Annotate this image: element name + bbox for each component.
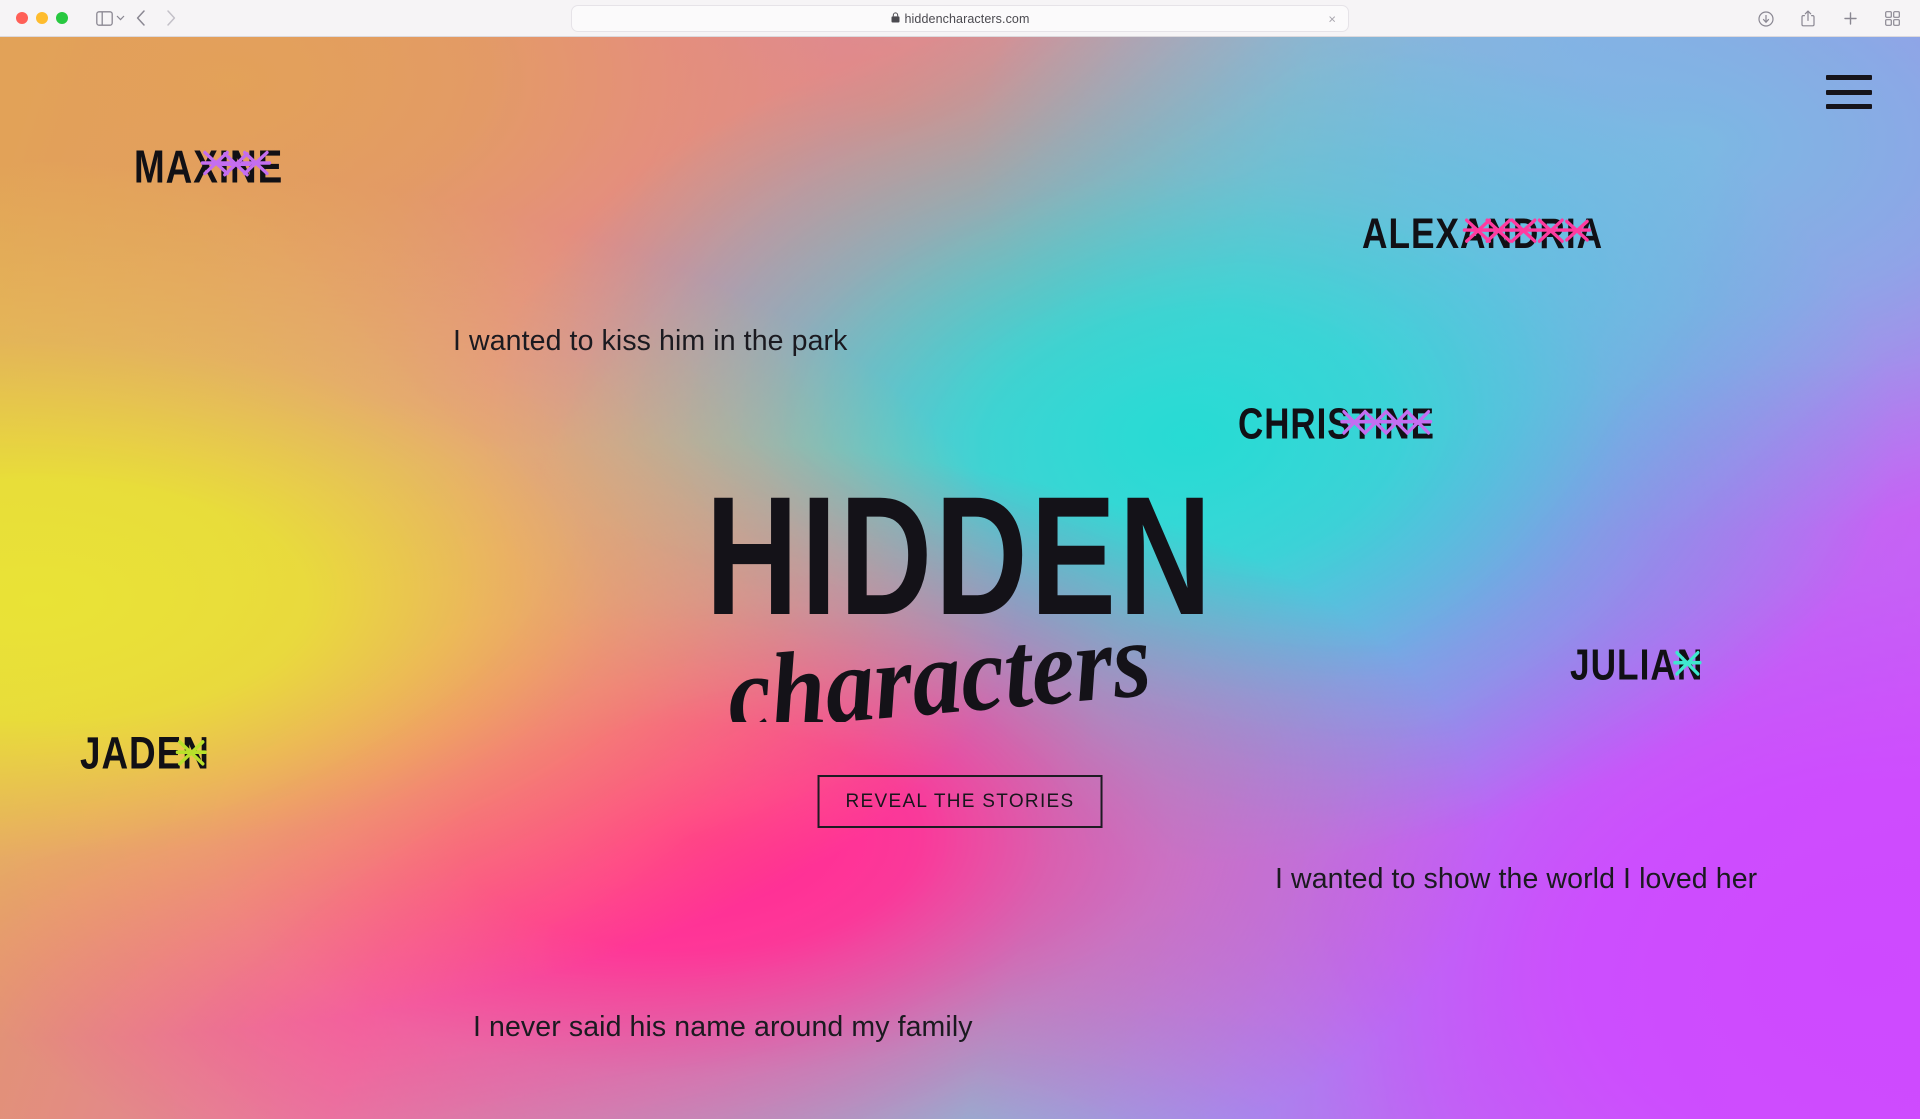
back-button[interactable] (127, 6, 155, 30)
lock-icon (891, 11, 900, 26)
name-text: CHRISTINE (1238, 399, 1435, 449)
name-text: ALEXANDRIA (1362, 209, 1604, 258)
clear-url-button[interactable]: × (1328, 12, 1336, 25)
story-quote-world[interactable]: I wanted to show the world I loved her (1275, 863, 1757, 896)
hamburger-bar (1826, 75, 1872, 80)
story-quote-park[interactable]: I wanted to kiss him in the park (453, 325, 847, 358)
hamburger-menu-icon[interactable] (1826, 75, 1872, 109)
hidden-name-maxine[interactable]: MAXINE (134, 142, 283, 194)
url-text: hiddencharacters.com (904, 11, 1030, 26)
share-icon[interactable] (1794, 7, 1822, 31)
url-display: hiddencharacters.com (891, 12, 1030, 26)
sidebar-icon[interactable] (90, 6, 118, 30)
forward-button[interactable] (157, 6, 185, 30)
hidden-name-alexandria[interactable]: ALEXANDRIA (1362, 209, 1603, 259)
navigation-controls (90, 6, 185, 30)
minimize-window-button[interactable] (36, 12, 48, 24)
chevron-down-icon[interactable] (116, 13, 125, 23)
reveal-the-stories-button[interactable]: REVEAL THE STORIES (817, 775, 1103, 828)
window-controls (16, 12, 68, 24)
hidden-name-jaden[interactable]: JADEN (80, 729, 210, 781)
hidden-name-julian[interactable]: JULIAN (1570, 640, 1703, 690)
site-logo: HIDDEN characters (680, 492, 1240, 722)
address-bar-container: hiddencharacters.com × (571, 5, 1349, 32)
address-bar[interactable]: hiddencharacters.com × (571, 5, 1349, 32)
name-text: MAXINE (134, 142, 284, 194)
page-viewport: MAXINE ALEXANDRIA CHRISTINE JULIAN JADEN… (0, 37, 1920, 1119)
hamburger-bar (1826, 104, 1872, 109)
browser-toolbar: hiddencharacters.com × (0, 0, 1920, 37)
name-text: JULIAN (1570, 640, 1704, 690)
logo-artwork: HIDDEN characters (706, 492, 1212, 722)
downloads-icon[interactable] (1752, 7, 1780, 31)
browser-window: hiddencharacters.com × MAXINE ALEXANDRIA… (0, 0, 1920, 1119)
story-quote-family[interactable]: I never said his name around my family (473, 1011, 973, 1044)
new-tab-icon[interactable] (1836, 7, 1864, 31)
toolbar-actions (1752, 0, 1906, 37)
name-text: JADEN (80, 729, 210, 780)
maximize-window-button[interactable] (56, 12, 68, 24)
tab-overview-icon[interactable] (1878, 7, 1906, 31)
hamburger-bar (1826, 89, 1872, 95)
close-window-button[interactable] (16, 12, 28, 24)
hidden-name-christine[interactable]: CHRISTINE (1238, 399, 1435, 449)
